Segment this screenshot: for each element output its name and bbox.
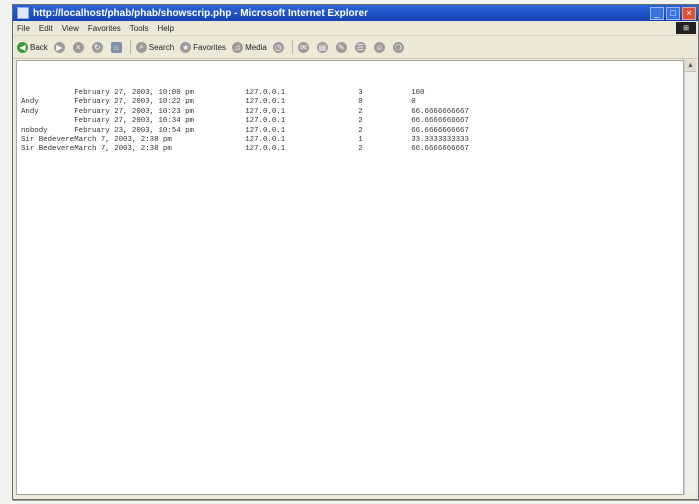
stop-icon: × [72,41,84,53]
stop-button[interactable]: × [72,41,86,53]
percent-cell: 66.6666666667 [411,117,469,126]
refresh-icon: ↻ [91,41,103,53]
table-row: February 27, 2003, 10:34 pm 127.0.0.1 2 66.… [21,117,531,126]
score-cell: 3 [358,89,363,97]
score-cell: 2 [358,117,363,126]
results-table: February 27, 2003, 10:00 pm 127.0.0.1 3 100… [21,89,531,155]
favorites-button[interactable]: ★ Favorites [180,41,227,53]
toolbar: ◀ Back ▶ × ↻ ⌂ ⌕ Search ★ Favorites ♫ Me… [13,36,698,59]
score-cell: 2 [358,145,363,154]
ip-cell: 127.0.0.1 [245,107,286,116]
table-row: Andy February 27, 2003, 10:23 pm 127.0.0.1… [21,108,531,117]
ip-cell: 127.0.0.1 [245,98,286,107]
score-cell: 1 [358,135,363,144]
table-row: Sir Bedevere March 7, 2003, 2:38 pm 127.0.… [21,145,531,154]
close-button[interactable]: × [682,6,696,20]
toolbar-divider [129,40,131,54]
toolbar-divider [291,40,293,54]
forward-button[interactable]: ▶ [53,41,67,53]
ip-cell: 127.0.0.1 [245,89,286,97]
title-bar: http://localhost/phab/phab/showscrip.php… [13,5,698,21]
forward-arrow-icon: ▶ [53,41,65,53]
back-label: Back [30,42,48,52]
date-cell: February 27, 2003, 10:22 pm [74,98,194,107]
edit-button[interactable]: ✎ [335,41,349,53]
name-cell [21,117,74,126]
search-icon: ⌕ [135,41,147,53]
menu-favorites[interactable]: Favorites [88,24,121,33]
ip-cell: 127.0.0.1 [245,117,286,126]
star-icon: ★ [180,41,192,53]
menu-tools[interactable]: Tools [130,24,149,33]
percent-cell: 100 [411,89,425,97]
refresh-button[interactable]: ↻ [91,41,105,53]
window-title: http://localhost/phab/phab/showscrip.php… [33,7,369,19]
print-button[interactable]: ▤ [316,41,330,53]
media-icon: ♫ [232,41,244,53]
history-button[interactable]: ◷ [272,41,286,53]
menu-help[interactable]: Help [157,24,173,33]
media-label: Media [245,42,267,52]
date-cell: March 7, 2003, 2:38 pm [74,135,172,144]
back-button[interactable]: ◀ Back [17,41,48,53]
ip-cell: 127.0.0.1 [245,135,286,144]
research-icon: ❍ [392,41,404,53]
percent-cell: 66.6666666667 [411,107,469,116]
print-icon: ▤ [316,41,328,53]
percent-cell: 33.3333333333 [411,135,469,144]
date-cell: February 27, 2003, 10:00 pm [74,89,194,97]
ip-cell: 127.0.0.1 [245,145,286,154]
messenger-button[interactable]: ☺ [373,41,387,53]
minimize-button[interactable]: _ [650,6,664,20]
percent-cell: 0 [411,98,416,107]
table-row: Andy February 27, 2003, 10:22 pm 127.0.0.1… [21,98,531,107]
search-button[interactable]: ⌕ Search [135,41,175,53]
table-row: Sir Bedevere March 7, 2003, 2:38 pm 127.0.… [21,136,531,145]
percent-cell: 66.6666666667 [411,126,469,135]
name-cell [21,89,74,98]
favorites-label: Favorites [193,42,227,52]
home-button[interactable]: ⌂ [110,41,124,53]
history-icon: ◷ [272,41,284,53]
table-row: February 27, 2003, 10:00 pm 127.0.0.1 3 100 [21,89,531,98]
scroll-up-icon[interactable]: ▲ [685,60,696,72]
menu-view[interactable]: View [62,24,79,33]
browser-window: http://localhost/phab/phab/showscrip.php… [12,4,699,500]
discuss-icon: ☰ [354,41,366,53]
back-arrow-icon: ◀ [17,41,28,53]
windows-logo-icon: ⊞ [676,22,696,34]
name-cell: Andy [21,107,39,116]
date-cell: February 27, 2003, 10:23 pm [74,107,194,116]
menu-bar: File Edit View Favorites Tools Help ⊞ [13,21,698,36]
ip-cell: 127.0.0.1 [245,126,286,135]
discuss-button[interactable]: ☰ [354,41,368,53]
edit-icon: ✎ [335,41,347,53]
score-cell: 0 [358,98,363,107]
vertical-scrollbar[interactable]: ▲ [684,60,696,495]
name-cell: Sir Bedevere [21,145,75,154]
search-label: Search [148,42,175,52]
maximize-button[interactable]: □ [666,6,680,20]
date-cell: February 23, 2003, 10:54 pm [74,126,194,135]
messenger-icon: ☺ [373,41,385,53]
name-cell: Sir Bedevere [21,135,75,144]
mail-button[interactable]: ✉ [297,41,311,53]
home-icon: ⌂ [110,41,122,53]
menu-file[interactable]: File [17,24,30,33]
menu-edit[interactable]: Edit [39,24,53,33]
page-content: February 27, 2003, 10:00 pm 127.0.0.1 3 100… [16,60,684,495]
ie-icon [17,7,29,19]
date-cell: March 7, 2003, 2:38 pm [74,145,172,154]
percent-cell: 66.6666666667 [411,145,469,154]
mail-icon: ✉ [297,41,309,53]
date-cell: February 27, 2003, 10:34 pm [74,117,194,126]
score-cell: 2 [358,126,363,135]
table-row: nobody February 23, 2003, 10:54 pm 127.0.0… [21,127,531,136]
score-cell: 2 [358,107,363,116]
name-cell: nobody [21,126,48,135]
media-button[interactable]: ♫ Media [232,41,267,53]
name-cell: Andy [21,98,39,107]
research-button[interactable]: ❍ [392,41,406,53]
